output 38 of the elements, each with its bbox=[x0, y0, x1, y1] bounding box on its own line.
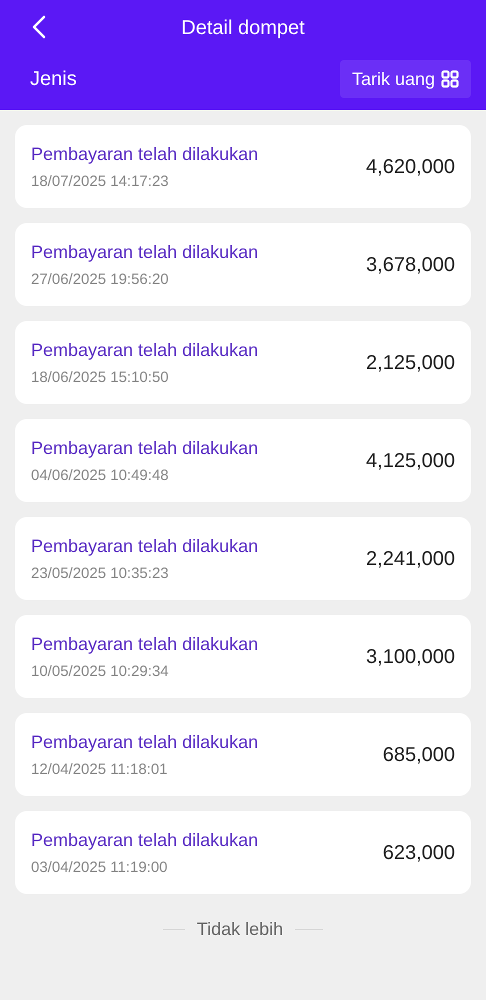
transaction-title: Pembayaran telah dilakukan bbox=[31, 338, 258, 360]
page-title: Detail dompet bbox=[181, 16, 305, 41]
transaction-amount: 3,678,000 bbox=[366, 252, 455, 278]
transaction-card[interactable]: Pembayaran telah dilakukan 12/04/2025 11:18:01 685,000 bbox=[15, 713, 471, 796]
grid-icon bbox=[441, 70, 459, 88]
back-icon[interactable] bbox=[32, 15, 46, 39]
transaction-amount: 2,241,000 bbox=[366, 546, 455, 572]
transaction-amount: 685,000 bbox=[382, 742, 455, 768]
transaction-amount: 4,620,000 bbox=[366, 154, 455, 180]
transaction-title: Pembayaran telah dilakukan bbox=[31, 828, 258, 850]
transaction-title: Pembayaran telah dilakukan bbox=[31, 632, 258, 654]
transaction-card[interactable]: Pembayaran telah dilakukan 18/07/2025 14:17:23 4,620,000 bbox=[15, 125, 471, 208]
transaction-time: 18/07/2025 14:17:23 bbox=[31, 172, 170, 190]
transaction-time: 12/04/2025 11:18:01 bbox=[31, 760, 169, 778]
transaction-title: Pembayaran telah dilakukan bbox=[31, 436, 258, 458]
transaction-time: 03/04/2025 11:19:00 bbox=[31, 858, 169, 876]
transaction-title: Pembayaran telah dilakukan bbox=[31, 534, 258, 556]
transaction-time: 23/05/2025 10:35:23 bbox=[31, 564, 170, 582]
end-of-list-text: Tidak lebih bbox=[196, 918, 284, 941]
transaction-amount: 4,125,000 bbox=[366, 448, 455, 474]
transaction-card[interactable]: Pembayaran telah dilakukan 03/04/2025 11:19:00 623,000 bbox=[15, 811, 471, 894]
transaction-time: 04/06/2025 10:49:48 bbox=[31, 466, 170, 484]
transaction-card[interactable]: Pembayaran telah dilakukan 18/06/2025 15:10:50 2,125,000 bbox=[15, 321, 471, 404]
withdraw-button[interactable]: Tarik uang bbox=[340, 60, 471, 98]
transaction-amount: 623,000 bbox=[382, 840, 455, 866]
transaction-amount: 3,100,000 bbox=[366, 644, 455, 670]
transaction-title: Pembayaran telah dilakukan bbox=[31, 730, 258, 752]
transaction-time: 18/06/2025 15:10:50 bbox=[31, 368, 170, 386]
transaction-title: Pembayaran telah dilakukan bbox=[31, 240, 258, 262]
transaction-card[interactable]: Pembayaran telah dilakukan 10/05/2025 10:29:34 3,100,000 bbox=[15, 615, 471, 698]
transaction-card[interactable]: Pembayaran telah dilakukan 04/06/2025 10:49:48 4,125,000 bbox=[15, 419, 471, 502]
transaction-time: 27/06/2025 19:56:20 bbox=[31, 270, 170, 288]
transaction-card[interactable]: Pembayaran telah dilakukan 23/05/2025 10:35:23 2,241,000 bbox=[15, 517, 471, 600]
transaction-card[interactable]: Pembayaran telah dilakukan 27/06/2025 19:56:20 3,678,000 bbox=[15, 223, 471, 306]
filter-label[interactable]: Jenis bbox=[15, 64, 77, 94]
transaction-time: 10/05/2025 10:29:34 bbox=[31, 662, 170, 680]
transaction-amount: 2,125,000 bbox=[366, 350, 455, 376]
transaction-title: Pembayaran telah dilakukan bbox=[31, 142, 258, 164]
